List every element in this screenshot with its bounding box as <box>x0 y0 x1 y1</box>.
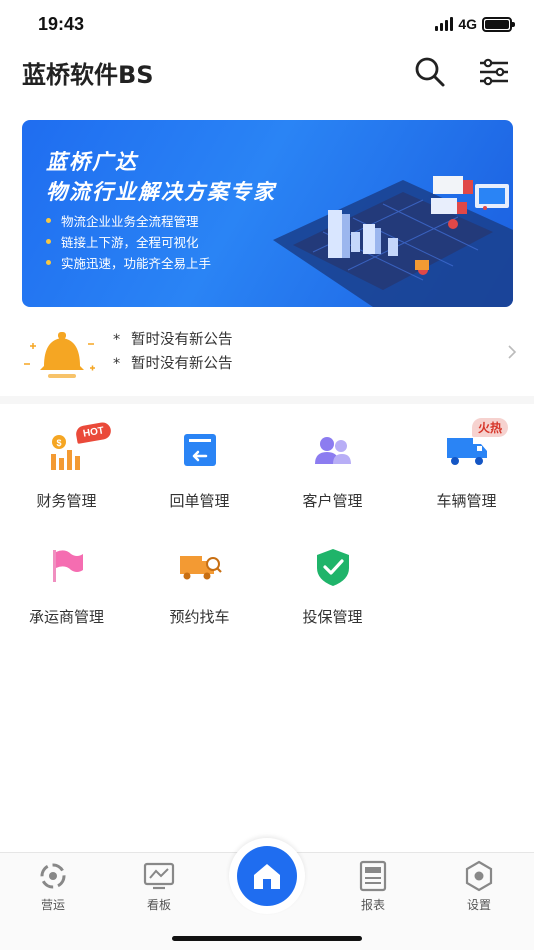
status-bar: 19:43 4G <box>0 0 534 50</box>
hot-badge: 火热 <box>472 418 509 437</box>
grid-item-book-truck[interactable]: 预约找车 <box>133 546 266 646</box>
tab-dashboard[interactable]: 看板 <box>124 859 194 913</box>
grid-item-label: 车辆管理 <box>436 492 497 510</box>
grid-item-carriers[interactable]: 承运商管理 <box>0 546 133 646</box>
receipt-return-icon <box>183 434 216 466</box>
home-button[interactable] <box>229 838 305 914</box>
tab-settings[interactable]: 设置 <box>444 859 514 913</box>
grid-item-label: 财务管理 <box>36 492 97 510</box>
grid-item-label: 回单管理 <box>169 492 230 510</box>
grid-item-label: 承运商管理 <box>28 608 104 626</box>
settings-icon <box>465 860 493 892</box>
hot-badge: HOT <box>74 421 113 444</box>
filter-button[interactable] <box>476 54 512 90</box>
grid-item-label: 客户管理 <box>302 492 363 510</box>
battery-icon <box>482 16 515 32</box>
tab-operations[interactable]: 营运 <box>18 859 88 913</box>
status-time: 19:43 <box>38 14 85 34</box>
banner-point: 实施迅速，功能齐全易上手 <box>46 252 211 273</box>
search-icon <box>415 57 445 87</box>
tab-reports[interactable]: 报表 <box>338 859 408 913</box>
section-divider <box>0 396 534 404</box>
notice-list: * 暂时没有新公告 * 暂时没有新公告 <box>113 328 233 376</box>
tab-label: 营运 <box>40 898 65 912</box>
search-button[interactable] <box>412 54 448 90</box>
promo-banner[interactable]: 蓝桥广达 物流行业解决方案专家 物流企业业务全流程管理 链接上下游，全程可视化 … <box>22 120 513 307</box>
banner-point: 链接上下游，全程可视化 <box>46 231 211 252</box>
flag-icon <box>52 550 83 582</box>
status-indicators: 4G <box>435 16 515 32</box>
logistics-city-illustration <box>273 176 513 307</box>
grid-item-finance[interactable]: $ HOT 财务管理 <box>0 421 133 530</box>
announcement-bar[interactable]: * 暂时没有新公告 * 暂时没有新公告 <box>0 318 534 390</box>
customers-icon <box>314 437 351 464</box>
banner-point: 物流企业业务全流程管理 <box>46 210 211 231</box>
banner-points: 物流企业业务全流程管理 链接上下游，全程可视化 实施迅速，功能齐全易上手 <box>46 210 211 273</box>
notice-item: * 暂时没有新公告 <box>113 332 233 348</box>
banner-subtitle: 物流行业解决方案专家 <box>46 180 276 204</box>
network-type: 4G <box>458 16 477 32</box>
tab-label: 看板 <box>146 898 171 912</box>
banner-title: 蓝桥广达 <box>46 150 138 174</box>
page-title: 蓝桥软件BS <box>22 61 154 89</box>
sliders-icon <box>480 58 508 86</box>
dashboard-icon <box>143 862 175 890</box>
tab-label: 设置 <box>466 898 491 912</box>
signal-icon <box>435 17 454 31</box>
chevron-right-icon <box>508 345 517 359</box>
grid-item-receipts[interactable]: 回单管理 <box>133 430 266 530</box>
grid-item-label: 预约找车 <box>169 608 230 626</box>
home-indicator <box>172 936 362 941</box>
notice-item: * 暂时没有新公告 <box>113 356 233 372</box>
grid-item-label: 投保管理 <box>302 608 363 626</box>
shield-check-icon <box>316 549 349 586</box>
grid-item-customers[interactable]: 客户管理 <box>266 430 399 530</box>
report-icon <box>359 860 387 892</box>
operations-icon <box>40 863 66 889</box>
svg-text:$: $ <box>56 438 61 448</box>
tab-label: 报表 <box>360 898 385 912</box>
bell-icon <box>24 332 95 378</box>
truck-search-icon <box>179 556 222 580</box>
home-icon <box>254 864 280 889</box>
grid-item-insurance[interactable]: 投保管理 <box>266 546 399 646</box>
grid-item-vehicles[interactable]: 火热 车辆管理 <box>400 418 533 530</box>
